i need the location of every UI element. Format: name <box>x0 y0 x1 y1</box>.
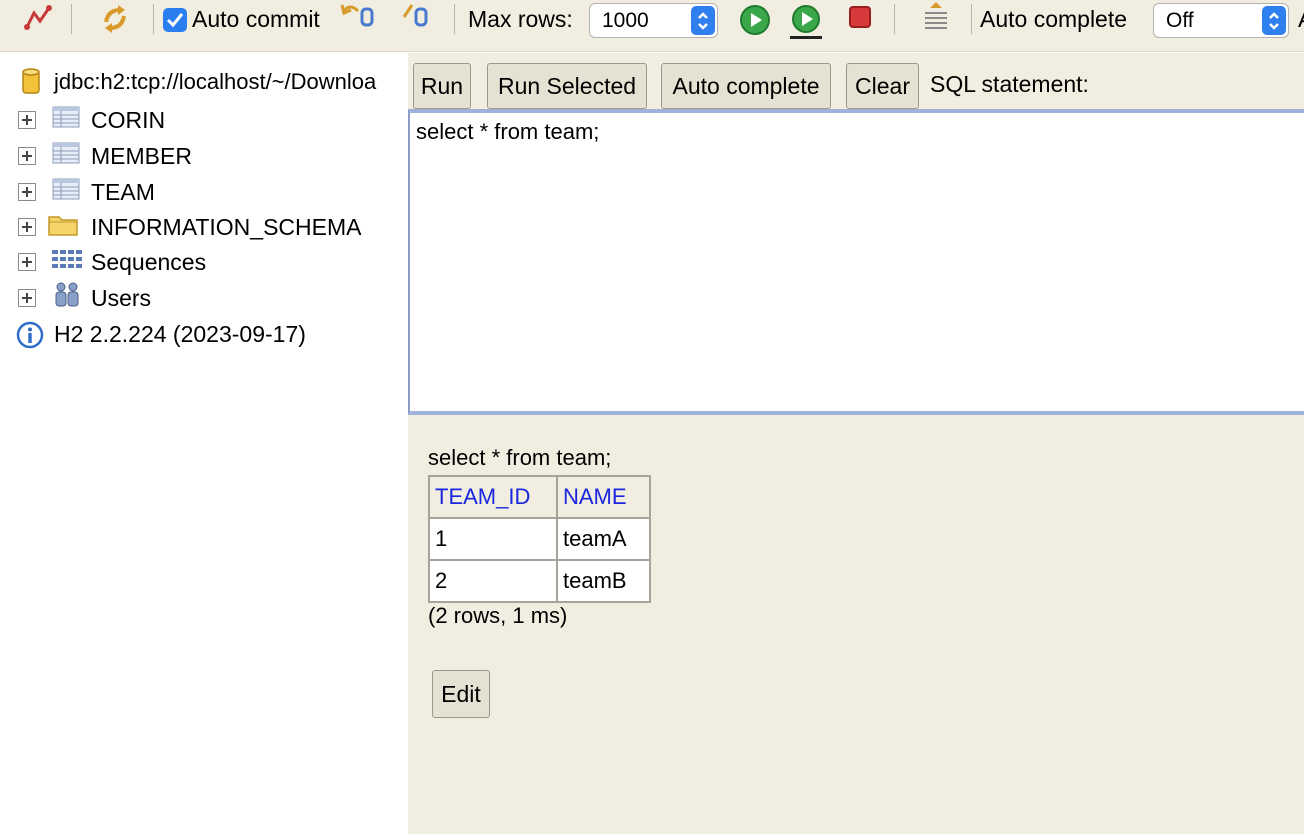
sql-text: select * from team; <box>416 119 600 144</box>
expand-icon[interactable] <box>18 111 36 129</box>
tree-item-label: Sequences <box>91 248 207 275</box>
folder-icon <box>47 211 79 243</box>
chevron-updown-icon <box>1262 6 1286 35</box>
database-icon <box>21 67 41 103</box>
clear-button[interactable]: Clear <box>846 63 919 109</box>
auto-complete-value: Off <box>1166 8 1194 32</box>
auto-commit-label: Auto commit <box>192 6 320 32</box>
sequences-icon <box>51 247 83 277</box>
toolbar-separator <box>894 4 895 34</box>
auto-complete-select[interactable]: Off <box>1153 3 1289 38</box>
chevron-updown-icon <box>691 6 715 35</box>
expand-icon[interactable] <box>18 183 36 201</box>
run-icon[interactable] <box>739 4 771 36</box>
table-cell: 2 <box>428 559 558 603</box>
table-row: 1 teamA <box>428 517 651 561</box>
schema-tree: jdbc:h2:tcp://localhost/~/Downloa CORIN … <box>0 53 408 834</box>
sql-statement-label: SQL statement: <box>930 71 1089 97</box>
expand-icon[interactable] <box>18 253 36 271</box>
table-icon <box>52 105 80 135</box>
result-info: (2 rows, 1 ms) <box>428 603 568 628</box>
expand-icon[interactable] <box>18 147 36 165</box>
table-icon <box>52 177 80 207</box>
tree-item-label: MEMBER <box>91 142 192 169</box>
connection-url: jdbc:h2:tcp://localhost/~/Downloa <box>54 69 377 94</box>
commit-icon[interactable] <box>400 1 434 29</box>
table-cell: teamA <box>556 517 651 561</box>
table-header-row: TEAM_ID NAME <box>428 475 651 519</box>
auto-complete-button[interactable]: Auto complete <box>661 63 831 109</box>
disconnect-icon[interactable] <box>22 3 54 33</box>
table-row: 2 teamB <box>428 559 651 603</box>
version-label: H2 2.2.224 (2023-09-17) <box>54 320 306 347</box>
run-selected-icon[interactable] <box>788 4 824 40</box>
column-header[interactable]: NAME <box>556 475 651 519</box>
run-button[interactable]: Run <box>413 63 471 109</box>
auto-complete-label: Auto complete <box>980 6 1128 32</box>
result-table: TEAM_ID NAME 1 teamA 2 teamB <box>428 475 651 603</box>
run-selected-button[interactable]: Run Selected <box>487 63 647 109</box>
expand-icon[interactable] <box>18 218 36 236</box>
auto-commit-checkbox[interactable] <box>163 8 187 32</box>
toolbar-separator <box>971 4 972 34</box>
table-icon <box>52 141 80 171</box>
history-icon[interactable] <box>922 0 950 34</box>
toolbar: Auto commit Max rows: 1000 Auto complete… <box>0 0 1304 52</box>
sql-editor[interactable]: select * from team; <box>408 109 1304 415</box>
table-cell: 1 <box>428 517 558 561</box>
results-pane: select * from team; TEAM_ID NAME 1 teamA… <box>408 423 1304 834</box>
max-rows-select[interactable]: 1000 <box>589 3 718 38</box>
max-rows-value: 1000 <box>602 8 649 32</box>
rollback-icon[interactable] <box>340 1 376 29</box>
toolbar-separator <box>71 4 72 34</box>
tree-item-label: TEAM <box>91 178 155 205</box>
truncated-label: A <box>1298 6 1304 33</box>
tree-item-label: INFORMATION_SCHEMA <box>91 213 362 240</box>
users-icon <box>53 280 81 316</box>
expand-icon[interactable] <box>18 289 36 307</box>
toolbar-separator <box>454 4 455 34</box>
tree-item-label: CORIN <box>91 106 166 133</box>
result-statement: select * from team; <box>428 445 612 470</box>
info-icon <box>16 321 44 355</box>
refresh-icon[interactable] <box>98 2 132 34</box>
column-header[interactable]: TEAM_ID <box>428 475 558 519</box>
edit-button[interactable]: Edit <box>432 670 490 718</box>
toolbar-separator <box>153 4 154 34</box>
max-rows-label: Max rows: <box>468 6 573 32</box>
stop-icon[interactable] <box>848 5 872 29</box>
sql-pane: Run Run Selected Auto complete Clear SQL… <box>408 53 1304 423</box>
table-cell: teamB <box>556 559 651 603</box>
tree-item-label: Users <box>91 284 152 311</box>
